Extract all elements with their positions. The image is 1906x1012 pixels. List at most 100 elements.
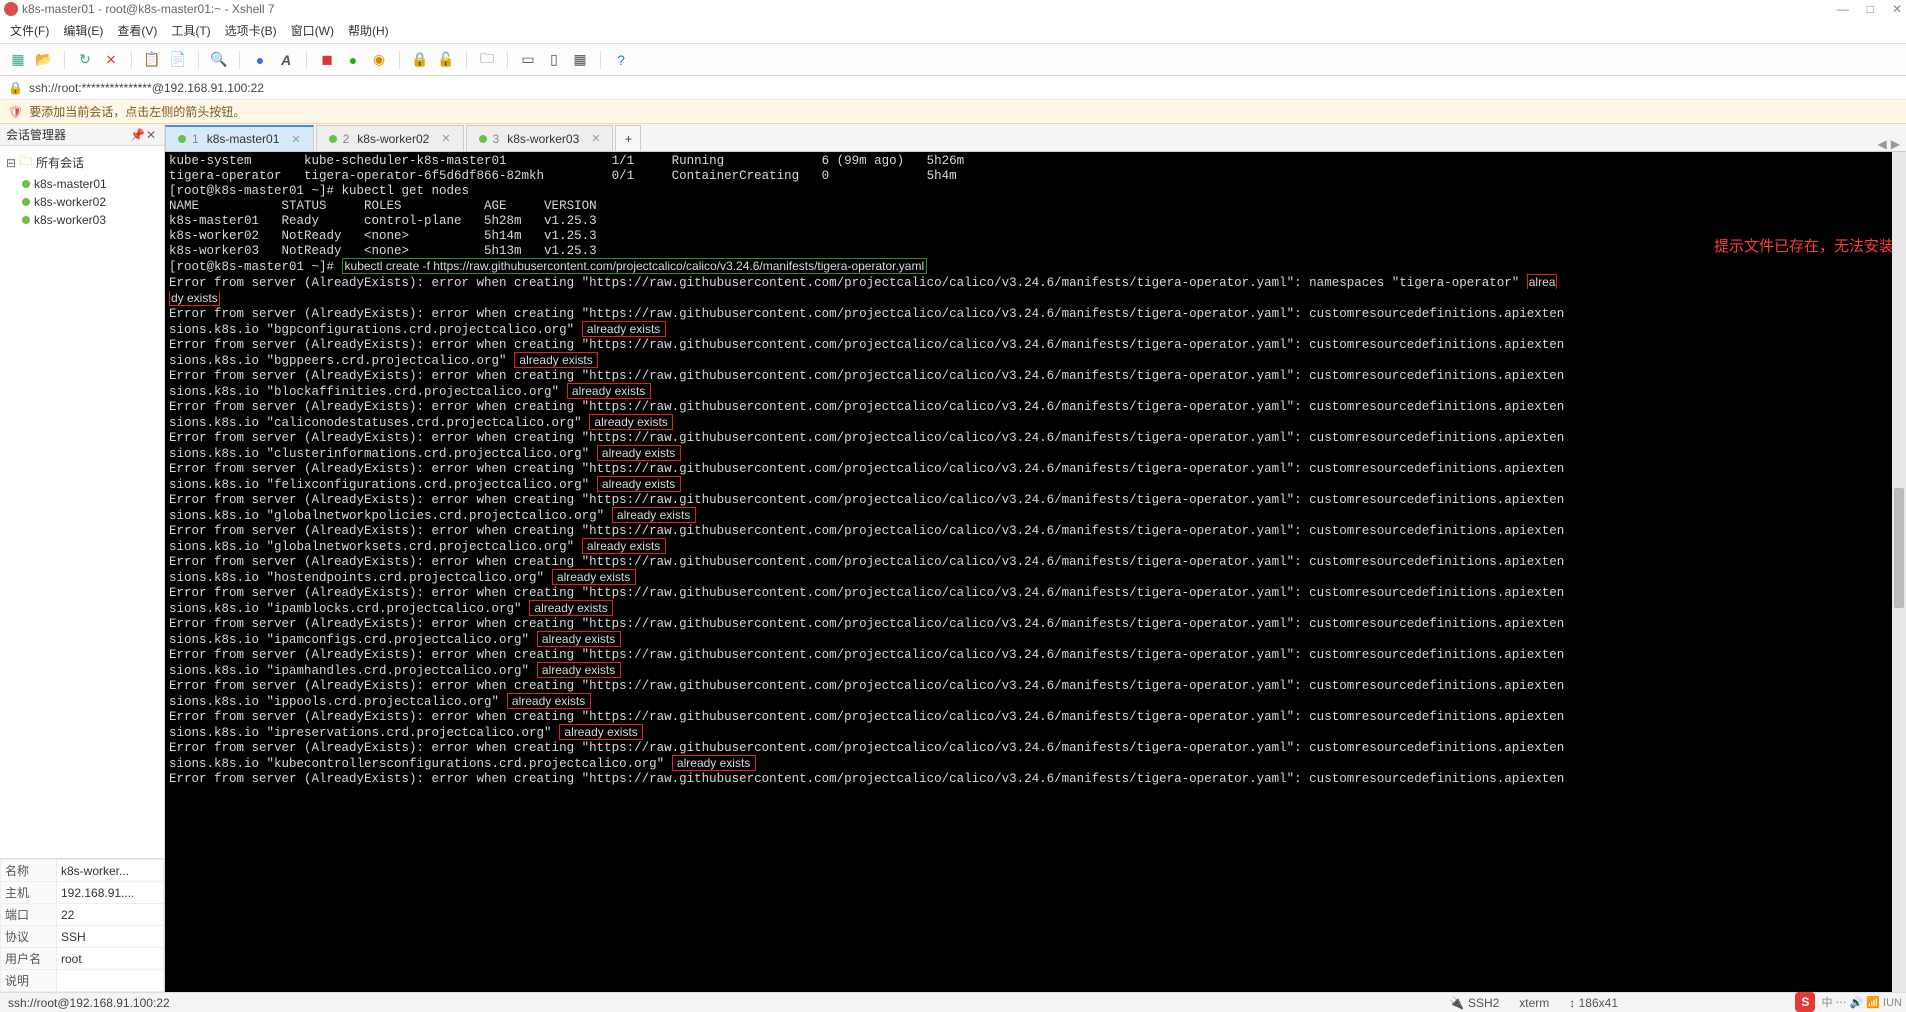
error-highlight: already exists bbox=[567, 383, 651, 399]
error-highlight: dy exists bbox=[169, 291, 220, 306]
tree-host[interactable]: k8s-worker03 bbox=[0, 211, 164, 229]
tab-close-icon[interactable]: ✕ bbox=[441, 132, 450, 145]
status-dot-icon bbox=[22, 180, 30, 188]
minimize-button[interactable]: — bbox=[1837, 2, 1849, 16]
info-bar: 🛡 要添加当前会话，点击左侧的箭头按钮。 bbox=[0, 100, 1906, 124]
tab-k8s-worker03[interactable]: 3k8s-worker03✕ bbox=[466, 125, 614, 151]
folder-icon[interactable]: 🗀 bbox=[477, 50, 497, 70]
error-highlight: already exists bbox=[552, 569, 636, 585]
prop-row: 说明 bbox=[1, 970, 164, 992]
prop-row: 主机192.168.91.... bbox=[1, 882, 164, 904]
lock-icon[interactable]: 🔒 bbox=[410, 50, 430, 70]
error-highlight: already exists bbox=[589, 414, 673, 430]
tab-label: k8s-worker03 bbox=[507, 132, 579, 146]
tab-label: k8s-master01 bbox=[207, 132, 280, 146]
error-highlight: already exists bbox=[559, 724, 643, 740]
prop-row: 端口22 bbox=[1, 904, 164, 926]
error-highlight: already exists bbox=[537, 631, 621, 647]
status-dot-icon bbox=[22, 198, 30, 206]
tab-close-icon[interactable]: ✕ bbox=[591, 132, 600, 145]
copy-icon[interactable]: 📋 bbox=[142, 50, 162, 70]
sogou-icon[interactable]: S bbox=[1795, 992, 1815, 1012]
scrollbar[interactable] bbox=[1892, 152, 1906, 992]
tray-text[interactable]: 中 ⋯ 🔊 📶 IUN bbox=[1821, 994, 1902, 1010]
reconnect-icon[interactable]: ↻ bbox=[75, 50, 95, 70]
menu-file[interactable]: 文件(F) bbox=[10, 22, 49, 39]
layout2-icon[interactable]: ▯ bbox=[544, 50, 564, 70]
add-tab-button[interactable]: + bbox=[615, 125, 641, 151]
status-left: ssh://root@192.168.91.100:22 bbox=[8, 996, 170, 1010]
annotation-text: 提示文件已存在，无法安装 bbox=[1714, 240, 1894, 255]
error-highlight: already exists bbox=[529, 600, 613, 616]
menu-help[interactable]: 帮助(H) bbox=[348, 22, 389, 39]
session-tree: ⊟ 🗀 所有会话 k8s-master01 k8s-worker02 k8s-w… bbox=[0, 146, 164, 233]
collapse-icon[interactable]: ⊟ bbox=[6, 156, 16, 170]
menu-window[interactable]: 窗口(W) bbox=[291, 22, 334, 39]
app-icon bbox=[4, 2, 18, 16]
menu-tabs[interactable]: 选项卡(B) bbox=[225, 22, 277, 39]
separator-icon bbox=[466, 51, 467, 69]
layout1-icon[interactable]: ▭ bbox=[518, 50, 538, 70]
separator-icon bbox=[306, 51, 307, 69]
menu-edit[interactable]: 编辑(E) bbox=[63, 22, 103, 39]
tab-number: 1 bbox=[192, 132, 199, 146]
separator-icon bbox=[198, 51, 199, 69]
help-icon[interactable]: ? bbox=[611, 50, 631, 70]
search-icon[interactable]: 🔍 bbox=[209, 50, 229, 70]
error-highlight: already exists bbox=[507, 693, 591, 709]
status-size: ↕ 186x41 bbox=[1569, 996, 1618, 1010]
sidebar-header: 会话管理器 📌 ✕ bbox=[0, 124, 164, 146]
open-icon[interactable]: 📂 bbox=[34, 50, 54, 70]
stop-icon[interactable]: ◼ bbox=[317, 50, 337, 70]
tab-strip: 1k8s-master01✕2k8s-worker02✕3k8s-worker0… bbox=[165, 124, 1906, 152]
new-icon[interactable]: ▦ bbox=[8, 50, 28, 70]
separator-icon bbox=[600, 51, 601, 69]
tab-close-icon[interactable]: ✕ bbox=[291, 133, 300, 146]
separator-icon bbox=[131, 51, 132, 69]
tab-number: 2 bbox=[343, 132, 350, 146]
status-dot-icon bbox=[479, 135, 487, 143]
record-icon[interactable]: ◉ bbox=[369, 50, 389, 70]
lock-icon: 🔒 bbox=[8, 81, 23, 95]
system-tray: S 中 ⋯ 🔊 📶 IUN bbox=[1795, 992, 1902, 1012]
pin-icon[interactable]: 📌 bbox=[130, 128, 144, 142]
terminal[interactable]: kube-system kube-scheduler-k8s-master01 … bbox=[165, 152, 1906, 992]
error-highlight: already exists bbox=[672, 755, 756, 771]
address-text[interactable]: ssh://root:***************@192.168.91.10… bbox=[29, 81, 264, 95]
run-icon[interactable]: ● bbox=[343, 50, 363, 70]
font-icon[interactable]: A bbox=[276, 50, 296, 70]
tree-host[interactable]: k8s-master01 bbox=[0, 175, 164, 193]
prop-row: 用户名root bbox=[1, 948, 164, 970]
paste-icon[interactable]: 📄 bbox=[168, 50, 188, 70]
error-highlight: already exists bbox=[612, 507, 696, 523]
unlock-icon[interactable]: 🔓 bbox=[436, 50, 456, 70]
maximize-button[interactable]: □ bbox=[1867, 2, 1874, 16]
tree-host[interactable]: k8s-worker02 bbox=[0, 193, 164, 211]
menu-bar: 文件(F) 编辑(E) 查看(V) 工具(T) 选项卡(B) 窗口(W) 帮助(… bbox=[0, 18, 1906, 44]
prop-row: 协议SSH bbox=[1, 926, 164, 948]
tab-next-icon[interactable]: ▶ bbox=[1891, 137, 1900, 151]
shield-icon: 🛡 bbox=[8, 105, 23, 119]
disconnect-icon[interactable]: ⨯ bbox=[101, 50, 121, 70]
folder-icon: 🗀 bbox=[20, 152, 32, 173]
menu-view[interactable]: 查看(V) bbox=[117, 22, 157, 39]
prop-row: 名称k8s-worker... bbox=[1, 860, 164, 882]
layout3-icon[interactable]: ▦ bbox=[570, 50, 590, 70]
close-button[interactable]: ✕ bbox=[1892, 2, 1902, 16]
tab-k8s-worker02[interactable]: 2k8s-worker02✕ bbox=[316, 125, 464, 151]
tab-prev-icon[interactable]: ◀ bbox=[1878, 137, 1887, 151]
status-ssh: 🔌 SSH2 bbox=[1449, 996, 1499, 1010]
tab-k8s-master01[interactable]: 1 k8s-master01 ✕ bbox=[165, 125, 314, 151]
error-highlight: already exists bbox=[537, 662, 621, 678]
menu-tools[interactable]: 工具(T) bbox=[171, 22, 210, 39]
separator-icon bbox=[64, 51, 65, 69]
status-bar: ssh://root@192.168.91.100:22 🔌 SSH2 xter… bbox=[0, 992, 1906, 1012]
scroll-thumb[interactable] bbox=[1894, 488, 1904, 608]
info-text: 要添加当前会话，点击左侧的箭头按钮。 bbox=[29, 103, 245, 120]
error-highlight: alrea bbox=[1527, 274, 1558, 289]
close-icon[interactable]: ✕ bbox=[144, 128, 158, 142]
sidebar: 会话管理器 📌 ✕ ⊟ 🗀 所有会话 k8s-master01 k8s-work… bbox=[0, 124, 165, 992]
session-properties: 名称k8s-worker... 主机192.168.91.... 端口22 协议… bbox=[0, 858, 164, 992]
tree-root[interactable]: ⊟ 🗀 所有会话 bbox=[0, 150, 164, 175]
globe-icon[interactable]: ● bbox=[250, 50, 270, 70]
